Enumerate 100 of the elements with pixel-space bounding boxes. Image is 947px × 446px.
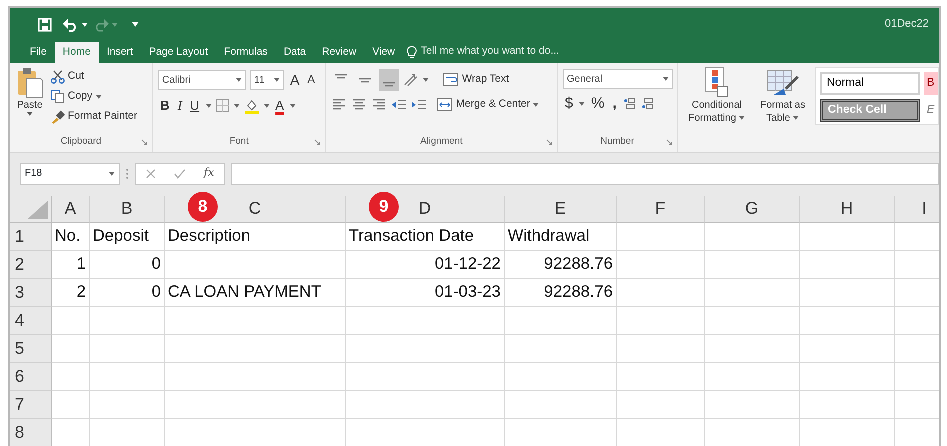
table-cell[interactable] (800, 335, 895, 363)
increase-decimal-icon[interactable] (622, 97, 637, 111)
table-cell[interactable] (617, 279, 705, 307)
cut-button[interactable]: Cut (49, 67, 140, 87)
table-cell[interactable] (165, 307, 346, 335)
table-cell[interactable] (705, 363, 800, 391)
percent-button[interactable]: % (589, 93, 607, 115)
table-cell[interactable] (165, 363, 346, 391)
ribbon-tab[interactable]: Data (276, 42, 314, 63)
table-cell[interactable]: 01-03-23 (346, 279, 505, 307)
table-cell[interactable] (90, 335, 165, 363)
table-cell[interactable] (346, 307, 505, 335)
table-cell[interactable]: Withdrawal (505, 223, 617, 251)
table-cell[interactable]: 1 (52, 251, 90, 279)
checkmark-icon[interactable] (174, 168, 186, 178)
table-cell[interactable] (52, 363, 90, 391)
save-icon[interactable] (38, 18, 52, 32)
column-header[interactable]: G (745, 196, 759, 222)
table-cell[interactable] (505, 335, 617, 363)
font-name-field[interactable]: Calibri (158, 70, 246, 90)
table-cell[interactable] (346, 391, 505, 419)
name-box[interactable]: F18 (20, 162, 120, 184)
table-cell[interactable] (705, 279, 800, 307)
bold-button[interactable]: B (158, 95, 172, 117)
table-cell[interactable]: 92288.76 (505, 251, 617, 279)
table-cell[interactable] (617, 251, 705, 279)
table-cell[interactable] (52, 307, 90, 335)
table-cell[interactable] (90, 391, 165, 419)
table-cell[interactable] (165, 251, 346, 279)
column-header[interactable]: I (922, 196, 927, 222)
column-header[interactable]: E (554, 196, 566, 222)
column-header[interactable]: H (840, 196, 854, 222)
paste-button[interactable]: Paste (15, 67, 45, 134)
table-cell[interactable] (505, 363, 617, 391)
ribbon-tab[interactable]: Insert (98, 42, 142, 63)
underline-button[interactable]: U (188, 95, 202, 117)
table-cell[interactable]: Description (165, 223, 346, 251)
italic-button[interactable]: I (176, 95, 184, 117)
table-cell[interactable] (800, 363, 895, 391)
wrap-text-button[interactable]: Wrap Text (441, 70, 512, 90)
column-header[interactable]: F (655, 196, 666, 222)
table-cell[interactable] (617, 335, 705, 363)
shrink-font-button[interactable]: A (306, 69, 318, 91)
table-cell[interactable] (617, 391, 705, 419)
ribbon-tab[interactable]: Review (314, 42, 365, 63)
dialog-launcher-icon[interactable] (140, 138, 148, 145)
dialog-launcher-icon[interactable] (665, 138, 672, 145)
cell-style-explanatory[interactable]: E (924, 99, 938, 122)
conditional-formatting-button[interactable]: Conditional Formatting (683, 67, 751, 152)
table-cell[interactable] (800, 223, 895, 251)
table-cell[interactable] (705, 307, 800, 335)
table-cell[interactable]: Deposit (90, 223, 165, 251)
copy-button[interactable]: Copy (49, 87, 140, 107)
ribbon-tab[interactable]: File (22, 42, 55, 63)
table-cell[interactable] (800, 279, 895, 307)
table-cell[interactable] (617, 363, 705, 391)
table-cell[interactable] (705, 223, 800, 251)
column-header[interactable]: D (418, 196, 432, 222)
table-cell[interactable] (800, 391, 895, 419)
decrease-decimal-icon[interactable] (640, 97, 655, 111)
table-cell[interactable] (800, 251, 895, 279)
tell-me-search[interactable]: Tell me what you want to do... (407, 44, 560, 63)
table-cell[interactable] (705, 251, 800, 279)
format-painter-button[interactable]: Format Painter (49, 107, 140, 127)
decrease-indent-icon[interactable] (391, 98, 408, 112)
table-cell[interactable] (505, 307, 617, 335)
undo-icon[interactable] (62, 18, 78, 32)
dialog-launcher-icon[interactable] (545, 138, 552, 145)
ribbon-tab[interactable]: Home (54, 42, 99, 63)
increase-indent-icon[interactable] (411, 98, 428, 112)
grow-font-button[interactable]: A (288, 69, 302, 91)
ribbon-tab[interactable]: View (364, 42, 404, 63)
font-size-field[interactable]: 11 (250, 70, 284, 90)
customize-caret-icon[interactable] (132, 22, 138, 27)
cell-style-normal[interactable]: Normal (820, 72, 920, 95)
ribbon-tab[interactable]: Page Layout (141, 42, 216, 63)
table-cell[interactable]: 0 (90, 251, 165, 279)
table-cell[interactable] (90, 363, 165, 391)
table-cell[interactable] (90, 307, 165, 335)
number-format-field[interactable]: General (563, 69, 673, 89)
table-cell[interactable] (52, 335, 90, 363)
dialog-launcher-icon[interactable] (313, 138, 320, 145)
table-cell[interactable] (617, 223, 705, 251)
table-cell[interactable] (346, 335, 505, 363)
ribbon-tab[interactable]: Formulas (216, 42, 276, 63)
comma-style-button[interactable]: , (610, 93, 619, 115)
table-cell[interactable]: No. (52, 223, 90, 251)
table-cell[interactable] (346, 363, 505, 391)
formula-input[interactable] (231, 162, 939, 184)
table-cell[interactable] (165, 391, 346, 419)
insert-function-button[interactable]: fx (204, 165, 214, 182)
fill-color-icon[interactable] (244, 98, 260, 114)
table-cell[interactable] (52, 391, 90, 419)
table-cell[interactable]: 92288.76 (505, 279, 617, 307)
table-cell[interactable] (800, 307, 895, 335)
column-header[interactable]: C (248, 196, 262, 222)
borders-icon[interactable] (216, 99, 230, 113)
table-cell[interactable]: 2 (52, 279, 90, 307)
merge-center-button[interactable]: Merge & Center (435, 95, 542, 115)
table-cell[interactable] (705, 335, 800, 363)
